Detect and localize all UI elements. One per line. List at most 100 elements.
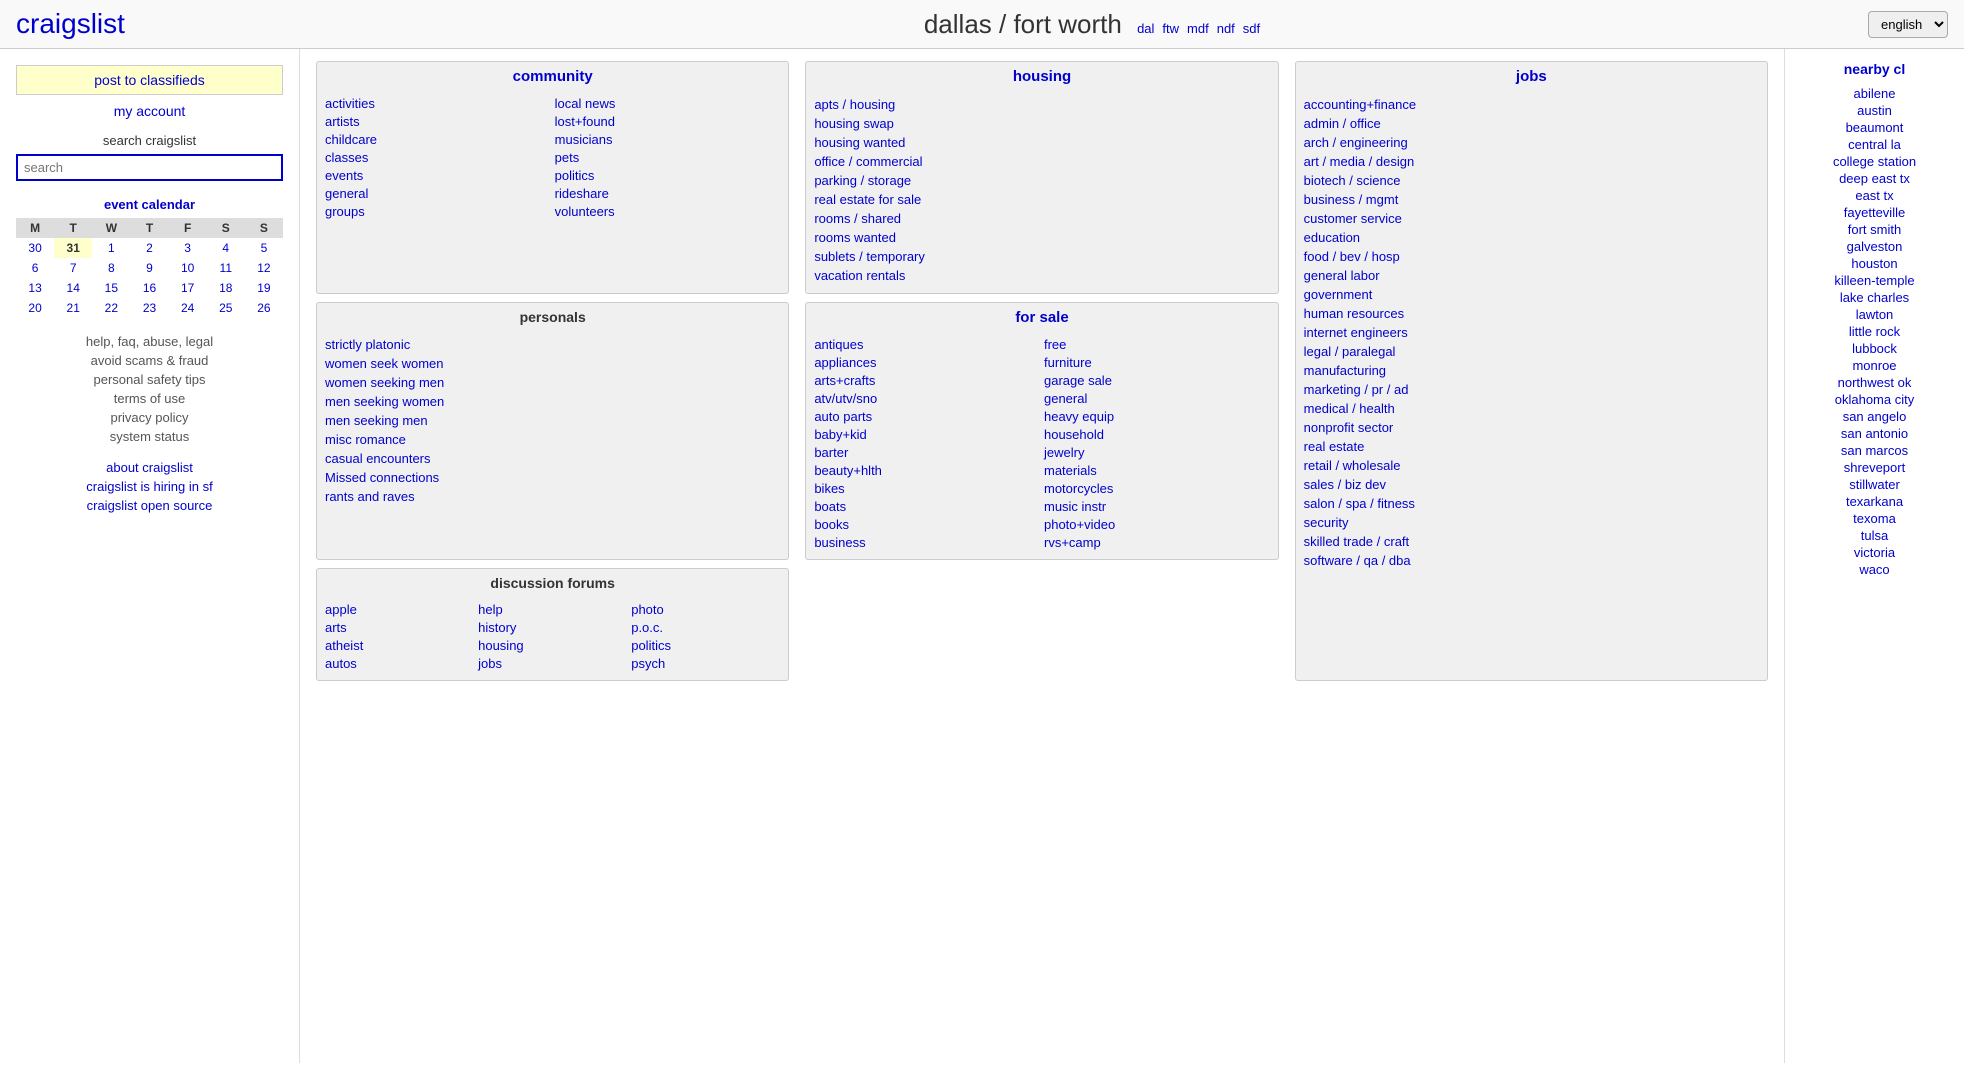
personals-link[interactable]: strictly platonic — [325, 335, 780, 354]
jobs-link[interactable]: art / media / design — [1304, 152, 1759, 171]
for-sale-link[interactable]: furniture — [1044, 354, 1270, 371]
housing-link[interactable]: office / commercial — [814, 152, 1269, 171]
community-link[interactable]: musicians — [555, 131, 781, 148]
forum-link[interactable]: psych — [631, 655, 780, 672]
help-link[interactable]: avoid scams & fraud — [16, 353, 283, 368]
forum-link[interactable]: autos — [325, 655, 474, 672]
for-sale-link[interactable]: jewelry — [1044, 444, 1270, 461]
for-sale-link[interactable]: baby+kid — [814, 426, 1040, 443]
calendar-day[interactable]: 8 — [92, 258, 130, 278]
calendar-day[interactable]: 24 — [169, 298, 207, 318]
search-input[interactable] — [16, 154, 283, 181]
housing-link[interactable]: apts / housing — [814, 95, 1269, 114]
for-sale-link[interactable]: barter — [814, 444, 1040, 461]
forum-link[interactable]: apple — [325, 601, 474, 618]
calendar-day[interactable]: 11 — [207, 258, 245, 278]
nearby-city-link[interactable]: texoma — [1797, 510, 1952, 527]
calendar-day[interactable]: 22 — [92, 298, 130, 318]
post-classifieds-button[interactable]: post to classifieds — [16, 65, 283, 95]
community-link[interactable]: groups — [325, 203, 551, 220]
housing-link[interactable]: rooms wanted — [814, 228, 1269, 247]
about-link[interactable]: craigslist open source — [16, 498, 283, 513]
housing-link[interactable]: parking / storage — [814, 171, 1269, 190]
nearby-city-link[interactable]: lawton — [1797, 306, 1952, 323]
calendar-day[interactable]: 13 — [16, 278, 54, 298]
for-sale-link[interactable]: antiques — [814, 336, 1040, 353]
for-sale-link[interactable]: general — [1044, 390, 1270, 407]
community-link[interactable]: childcare — [325, 131, 551, 148]
jobs-link[interactable]: arch / engineering — [1304, 133, 1759, 152]
nearby-city-link[interactable]: galveston — [1797, 238, 1952, 255]
calendar-day[interactable]: 7 — [54, 258, 92, 278]
about-link[interactable]: craigslist is hiring in sf — [16, 479, 283, 494]
nearby-city-link[interactable]: houston — [1797, 255, 1952, 272]
nearby-city-link[interactable]: oklahoma city — [1797, 391, 1952, 408]
for-sale-link[interactable]: arts+crafts — [814, 372, 1040, 389]
community-link[interactable]: activities — [325, 95, 551, 112]
calendar-day[interactable]: 9 — [130, 258, 168, 278]
nearby-city-link[interactable]: killeen-temple — [1797, 272, 1952, 289]
community-link[interactable]: events — [325, 167, 551, 184]
city-link-ftw[interactable]: ftw — [1162, 21, 1179, 36]
jobs-link[interactable]: manufacturing — [1304, 361, 1759, 380]
for-sale-link[interactable]: rvs+camp — [1044, 534, 1270, 551]
calendar-day[interactable]: 31 — [54, 238, 92, 258]
calendar-day[interactable]: 26 — [245, 298, 283, 318]
jobs-link[interactable]: food / bev / hosp — [1304, 247, 1759, 266]
jobs-link[interactable]: customer service — [1304, 209, 1759, 228]
about-link[interactable]: about craigslist — [16, 460, 283, 475]
calendar-day[interactable]: 3 — [169, 238, 207, 258]
nearby-city-link[interactable]: san antonio — [1797, 425, 1952, 442]
for-sale-link[interactable]: appliances — [814, 354, 1040, 371]
jobs-link[interactable]: general labor — [1304, 266, 1759, 285]
for-sale-link[interactable]: photo+video — [1044, 516, 1270, 533]
forum-link[interactable]: housing — [478, 637, 627, 654]
language-select[interactable]: english — [1868, 11, 1948, 38]
personals-link[interactable]: Missed connections — [325, 468, 780, 487]
housing-link[interactable]: rooms / shared — [814, 209, 1269, 228]
forum-link[interactable]: history — [478, 619, 627, 636]
help-link[interactable]: system status — [16, 429, 283, 444]
for-sale-link[interactable]: beauty+hlth — [814, 462, 1040, 479]
calendar-day[interactable]: 23 — [130, 298, 168, 318]
forum-link[interactable]: p.o.c. — [631, 619, 780, 636]
for-sale-link[interactable]: music instr — [1044, 498, 1270, 515]
for-sale-link[interactable]: materials — [1044, 462, 1270, 479]
jobs-link[interactable]: accounting+finance — [1304, 95, 1759, 114]
calendar-day[interactable]: 15 — [92, 278, 130, 298]
for-sale-link[interactable]: free — [1044, 336, 1270, 353]
nearby-city-link[interactable]: shreveport — [1797, 459, 1952, 476]
help-link[interactable]: personal safety tips — [16, 372, 283, 387]
forum-link[interactable]: photo — [631, 601, 780, 618]
city-link-mdf[interactable]: mdf — [1187, 21, 1209, 36]
nearby-city-link[interactable]: san angelo — [1797, 408, 1952, 425]
for-sale-link[interactable]: boats — [814, 498, 1040, 515]
jobs-link[interactable]: admin / office — [1304, 114, 1759, 133]
jobs-link[interactable]: nonprofit sector — [1304, 418, 1759, 437]
community-link[interactable]: artists — [325, 113, 551, 130]
community-link[interactable]: lost+found — [555, 113, 781, 130]
nearby-city-link[interactable]: san marcos — [1797, 442, 1952, 459]
nearby-city-link[interactable]: texarkana — [1797, 493, 1952, 510]
jobs-link[interactable]: government — [1304, 285, 1759, 304]
my-account-link[interactable]: my account — [16, 103, 283, 119]
community-link[interactable]: classes — [325, 149, 551, 166]
nearby-city-link[interactable]: stillwater — [1797, 476, 1952, 493]
nearby-city-link[interactable]: lubbock — [1797, 340, 1952, 357]
community-link[interactable]: pets — [555, 149, 781, 166]
calendar-day[interactable]: 20 — [16, 298, 54, 318]
calendar-day[interactable]: 25 — [207, 298, 245, 318]
nearby-city-link[interactable]: little rock — [1797, 323, 1952, 340]
jobs-link[interactable]: software / qa / dba — [1304, 551, 1759, 570]
for-sale-link[interactable]: auto parts — [814, 408, 1040, 425]
personals-link[interactable]: misc romance — [325, 430, 780, 449]
community-link[interactable]: politics — [555, 167, 781, 184]
personals-link[interactable]: women seek women — [325, 354, 780, 373]
for-sale-link[interactable]: bikes — [814, 480, 1040, 497]
calendar-day[interactable]: 6 — [16, 258, 54, 278]
help-link[interactable]: help, faq, abuse, legal — [16, 334, 283, 349]
for-sale-link[interactable]: garage sale — [1044, 372, 1270, 389]
calendar-day[interactable]: 19 — [245, 278, 283, 298]
jobs-link[interactable]: salon / spa / fitness — [1304, 494, 1759, 513]
forum-link[interactable]: politics — [631, 637, 780, 654]
